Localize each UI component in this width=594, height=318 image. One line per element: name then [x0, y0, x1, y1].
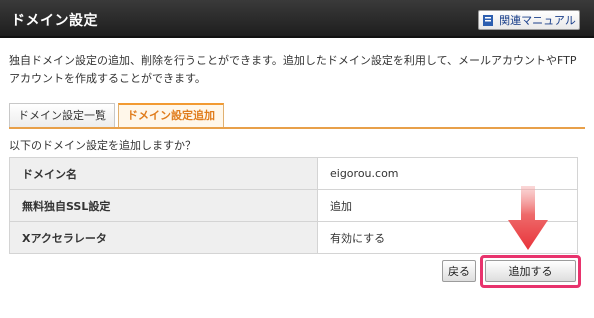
table-row: 無料独自SSL設定 追加	[9, 189, 578, 222]
pointer-arrow-icon	[508, 186, 548, 250]
row-label-x-accelerator: Xアクセラレータ	[9, 221, 318, 254]
page-title: ドメイン設定	[11, 13, 98, 29]
tab-bar: ドメイン設定一覧 ドメイン設定追加	[9, 103, 224, 128]
page-description: 独自ドメイン設定の追加、削除を行うことができます。追加したドメイン設定を利用して…	[9, 54, 577, 85]
table-row: ドメイン名 eigorou.com	[9, 157, 578, 190]
row-label-free-ssl: 無料独自SSL設定	[9, 189, 318, 222]
table-row: Xアクセラレータ 有効にする	[9, 221, 578, 254]
book-icon	[482, 14, 494, 27]
related-manual-button[interactable]: 関連マニュアル	[478, 10, 580, 30]
tab-domain-list[interactable]: ドメイン設定一覧	[9, 103, 115, 128]
row-label-domain-name: ドメイン名	[9, 157, 318, 190]
confirm-table: ドメイン名 eigorou.com 無料独自SSL設定 追加 Xアクセラレータ …	[9, 157, 578, 254]
row-value-domain-name: eigorou.com	[317, 157, 578, 190]
confirm-question: 以下のドメイン設定を追加しますか？	[9, 139, 196, 152]
tab-domain-add[interactable]: ドメイン設定追加	[118, 103, 224, 128]
add-button[interactable]: 追加する	[485, 260, 576, 282]
back-button[interactable]: 戻る	[442, 260, 476, 282]
related-manual-label: 関連マニュアル	[499, 14, 576, 27]
tab-underline	[9, 127, 585, 129]
page-header: ドメイン設定 関連マニュアル	[0, 0, 594, 38]
